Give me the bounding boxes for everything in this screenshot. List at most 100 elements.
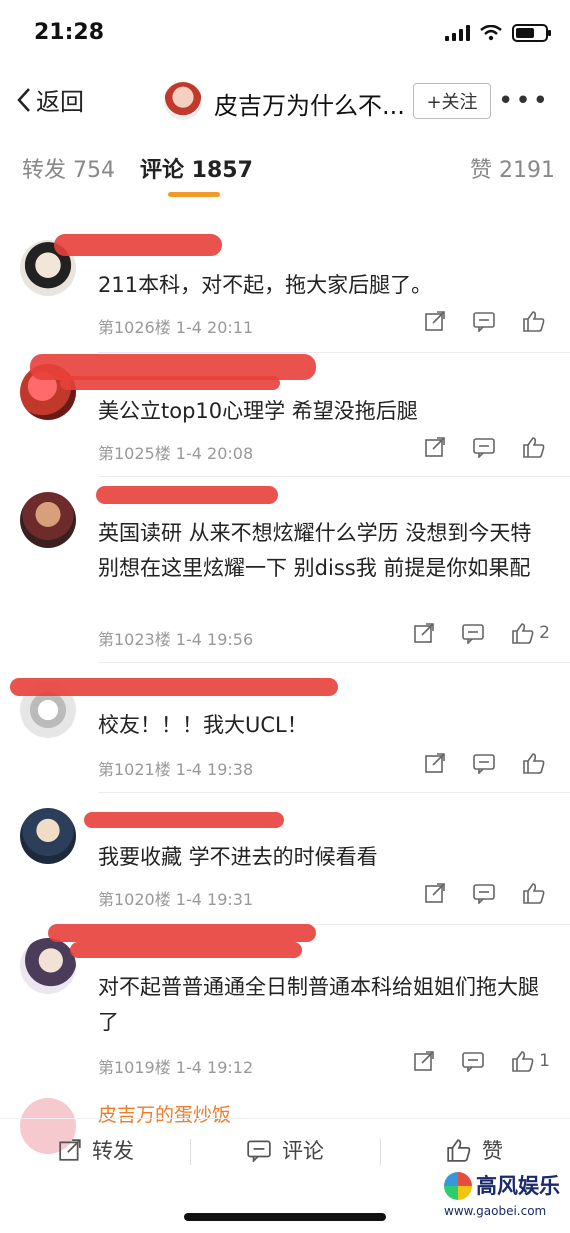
share-icon	[425, 753, 445, 773]
share-button[interactable]	[424, 310, 446, 332]
like-button[interactable]: 1	[511, 1050, 550, 1072]
thumbs-up-icon	[523, 311, 545, 332]
like-label: 赞	[482, 1139, 503, 1163]
repost-label: 转发	[92, 1139, 134, 1163]
thumbs-up-icon	[523, 437, 545, 458]
nav-bar: 返回 皮吉万为什么不... +关注 •••	[0, 72, 570, 132]
like-count: 2	[539, 623, 550, 643]
watermark: 高风娱乐 www.gaobei.com	[440, 1170, 564, 1224]
author-avatar[interactable]	[164, 82, 202, 120]
comment-meta: 第1020楼 1-4 19:31	[98, 890, 254, 909]
comment-text: 对不起普普通通全日制普通本科给姐姐们拖大腿了	[98, 975, 539, 1034]
reply-button[interactable]	[461, 1050, 485, 1072]
redaction-mark	[48, 924, 316, 942]
more-icon[interactable]: •••	[498, 86, 550, 116]
comment-meta: 第1026楼 1-4 20:11	[98, 318, 254, 337]
reply-button[interactable]	[472, 752, 496, 774]
status-time: 21:28	[34, 20, 105, 45]
home-indicator[interactable]	[184, 1213, 386, 1221]
comment-icon	[462, 1052, 484, 1072]
comment-icon	[473, 884, 495, 904]
comment-actions	[424, 310, 550, 332]
watermark-url: www.gaobei.com	[444, 1204, 547, 1218]
comment-actions: 2	[413, 622, 550, 644]
comment-text: 211本科，对不起，拖大家后腿了。	[98, 273, 433, 297]
follow-button[interactable]: +关注	[413, 83, 491, 119]
divider	[98, 352, 570, 353]
thumbs-up-icon	[512, 623, 534, 644]
comment-actions	[424, 882, 550, 904]
like-button[interactable]	[522, 752, 550, 774]
page-title: 皮吉万为什么不...	[214, 92, 405, 120]
comment-actions: 1	[413, 1050, 550, 1072]
back-label: 返回	[36, 88, 84, 116]
like-button[interactable]	[522, 310, 550, 332]
divider	[98, 476, 570, 477]
share-icon	[59, 1139, 81, 1161]
comment-text: 英国读研 从来不想炫耀什么学历 没想到今天特别想在这里炫耀一下 别diss我 前…	[98, 521, 532, 580]
thumbs-up-icon	[512, 1051, 534, 1072]
divider	[98, 662, 570, 663]
like-button[interactable]: 赞	[446, 1135, 503, 1165]
tab-like[interactable]: 赞 2191	[470, 152, 555, 184]
share-icon	[425, 883, 445, 903]
watermark-title: 高风娱乐	[476, 1173, 560, 1198]
status-icons	[445, 24, 551, 42]
share-button[interactable]	[424, 436, 446, 458]
avatar[interactable]	[20, 492, 76, 548]
signal-icon	[445, 25, 470, 41]
comment-meta: 第1021楼 1-4 19:38	[98, 760, 254, 779]
thumbs-up-icon	[523, 753, 545, 774]
tab-repost[interactable]: 转发 754	[22, 152, 115, 184]
share-button[interactable]	[413, 622, 435, 644]
avatar[interactable]	[20, 938, 76, 994]
status-bar: 21:28	[0, 0, 570, 70]
redaction-mark	[54, 234, 222, 256]
watermark-logo-icon	[444, 1172, 472, 1200]
comment-icon	[473, 312, 495, 332]
reply-button[interactable]	[472, 310, 496, 332]
like-button[interactable]	[522, 436, 550, 458]
like-button[interactable]	[522, 882, 550, 904]
divider	[190, 1139, 191, 1165]
comment-icon	[473, 438, 495, 458]
comment-meta: 第1025楼 1-4 20:08	[98, 444, 254, 463]
comment-actions	[424, 436, 550, 458]
comment-actions	[424, 752, 550, 774]
share-icon	[425, 437, 445, 457]
comment-icon	[247, 1140, 271, 1162]
share-icon	[414, 1051, 434, 1071]
share-icon	[425, 311, 445, 331]
battery-icon	[512, 24, 551, 42]
back-button[interactable]: 返回	[16, 82, 84, 117]
reply-button[interactable]	[472, 882, 496, 904]
share-button[interactable]	[424, 752, 446, 774]
tab-comment[interactable]: 评论 1857	[140, 152, 253, 184]
repost-button[interactable]: 转发	[58, 1135, 134, 1165]
comment-button[interactable]: 评论	[246, 1135, 324, 1165]
divider	[98, 792, 570, 793]
comment-text: 美公立top10心理学 希望没拖后腿	[98, 399, 418, 423]
active-tab-indicator	[168, 192, 220, 197]
comment-meta: 第1023楼 1-4 19:56	[98, 630, 254, 649]
comment-text: 我要收藏 学不进去的时候看看	[98, 845, 378, 869]
comment-icon	[462, 624, 484, 644]
thumbs-up-icon	[447, 1139, 471, 1162]
avatar[interactable]	[20, 808, 76, 864]
redaction-mark	[96, 486, 278, 504]
like-count: 1	[539, 1051, 550, 1071]
redaction-mark	[70, 942, 302, 958]
wifi-icon	[480, 25, 502, 41]
redaction-mark	[10, 678, 338, 696]
tab-bar: 转发 754 评论 1857 赞 2191	[0, 140, 570, 200]
share-button[interactable]	[424, 882, 446, 904]
chevron-left-icon	[17, 87, 30, 112]
share-button[interactable]	[413, 1050, 435, 1072]
share-icon	[414, 623, 434, 643]
reply-button[interactable]	[472, 436, 496, 458]
reply-button[interactable]	[461, 622, 485, 644]
comment-label: 评论	[282, 1139, 324, 1163]
like-button[interactable]: 2	[511, 622, 550, 644]
comment-icon	[473, 754, 495, 774]
divider	[380, 1139, 381, 1165]
